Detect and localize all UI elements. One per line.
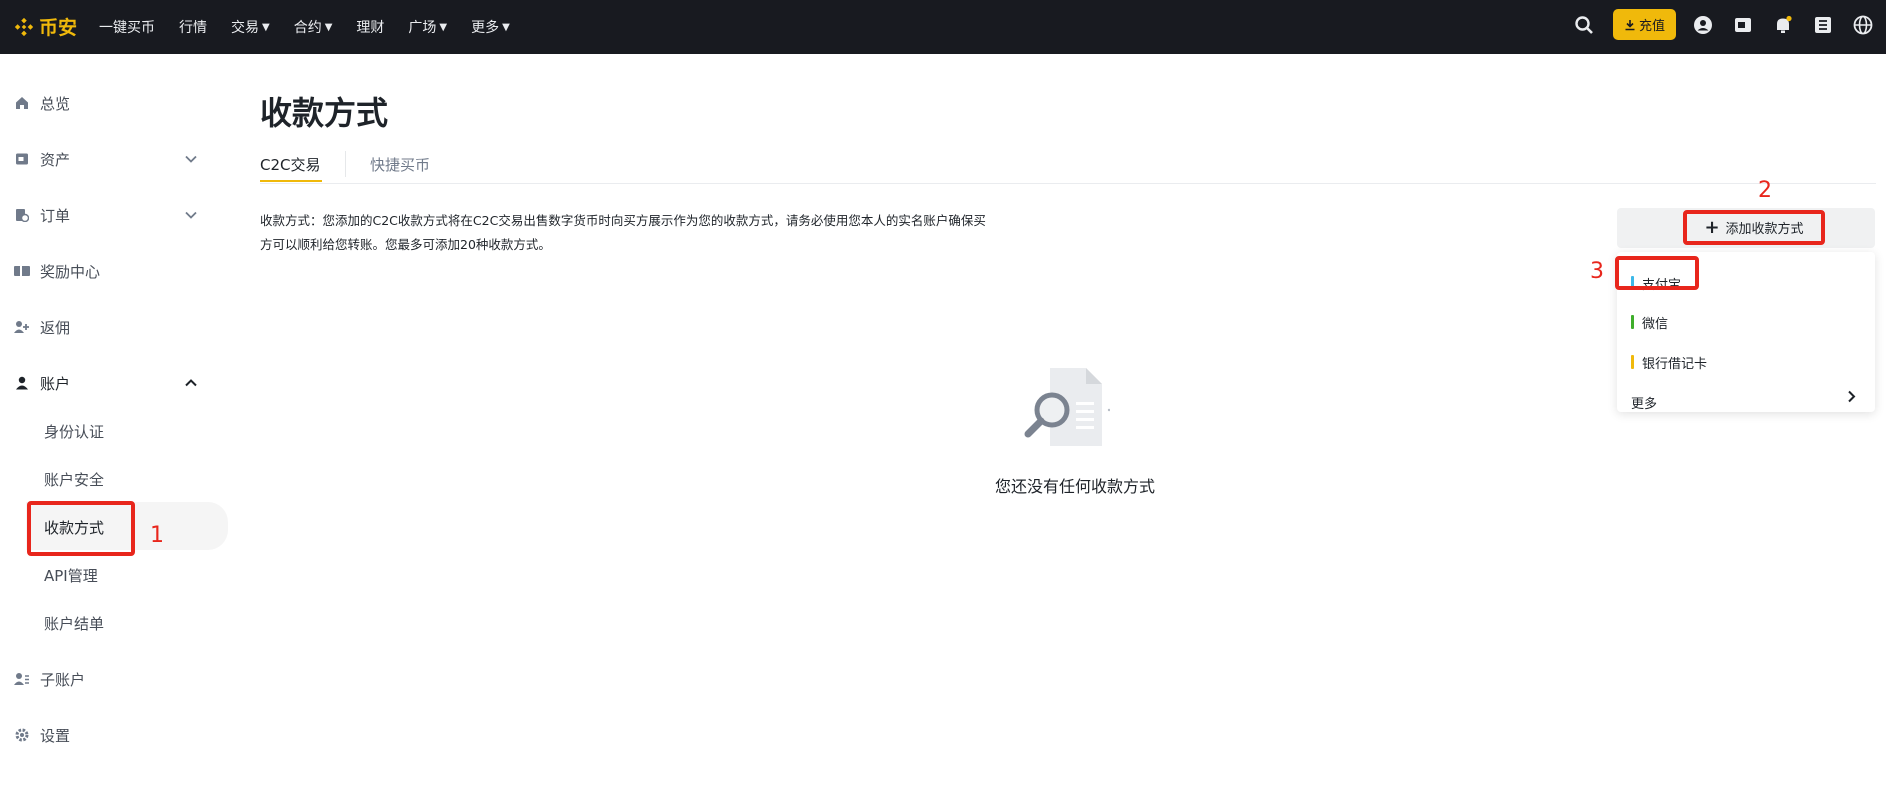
order-icon — [14, 207, 30, 223]
chevron-down-icon — [185, 152, 197, 166]
top-navbar: 币安 一键买币 行情 交易 ▼ 合约 ▼ 理财 广场 ▼ 更多 ▼ 充值 — [0, 0, 1886, 54]
sidebar-item-rewards[interactable]: 奖励中心 — [0, 250, 230, 292]
chevron-right-icon — [1847, 389, 1856, 407]
sidebar-item-subaccount[interactable]: 子账户 — [0, 658, 230, 700]
deposit-button[interactable]: 充值 — [1613, 9, 1676, 40]
method-option-more[interactable]: 更多 — [1631, 392, 1657, 412]
sidebar-subitem-statements[interactable]: 账户结单 — [44, 613, 104, 634]
subaccount-icon — [14, 671, 30, 687]
main-nav: 一键买币 行情 交易 ▼ 合约 ▼ 理财 广场 ▼ 更多 ▼ — [99, 0, 534, 54]
download-icon — [1625, 19, 1635, 30]
method-option-bank-card[interactable]: 银行借记卡 — [1631, 352, 1707, 372]
nav-trade[interactable]: 交易 ▼ — [231, 17, 270, 37]
active-tab-underline — [260, 180, 322, 182]
bell-icon[interactable] — [1772, 14, 1794, 36]
tab-divider — [345, 151, 346, 177]
annotation-label-3: 3 — [1590, 259, 1604, 284]
sidebar-item-referral[interactable]: 返佣 — [0, 306, 230, 348]
page-title: 收款方式 — [260, 94, 389, 132]
globe-icon[interactable] — [1852, 14, 1874, 36]
nav-square[interactable]: 广场 ▼ — [408, 17, 447, 37]
nav-earn[interactable]: 理财 — [356, 17, 384, 37]
bank-card-color-bar — [1631, 355, 1634, 369]
empty-search-icon — [1024, 368, 1110, 446]
binance-logo-icon — [14, 17, 34, 36]
sidebar-subitem-api[interactable]: API管理 — [44, 565, 98, 586]
nav-markets[interactable]: 行情 — [179, 17, 207, 37]
home-icon — [14, 95, 30, 111]
wallet-icon — [14, 151, 30, 167]
sidebar-subitem-identity[interactable]: 身份认证 — [44, 421, 104, 442]
chevron-down-icon: ▼ — [439, 21, 448, 33]
search-icon[interactable] — [1573, 14, 1595, 36]
tab-c2c[interactable]: C2C交易 — [260, 154, 321, 175]
chevron-down-icon: ▼ — [324, 21, 333, 33]
nav-buy-crypto[interactable]: 一键买币 — [99, 17, 155, 37]
brand-name: 币安 — [39, 17, 78, 39]
sidebar-subitem-security[interactable]: 账户安全 — [44, 469, 104, 490]
chevron-down-icon — [185, 208, 197, 222]
orders-icon[interactable] — [1812, 14, 1834, 36]
chevron-up-icon — [185, 376, 197, 390]
sidebar-item-settings[interactable]: 设置 — [0, 714, 230, 756]
logo[interactable]: 币安 — [13, 13, 77, 40]
chevron-down-icon: ▼ — [502, 21, 510, 33]
user-icon[interactable] — [1692, 14, 1714, 36]
wallet-icon[interactable] — [1732, 14, 1754, 36]
tab-bottom-border — [260, 183, 1876, 184]
sidebar-item-assets[interactable]: 资产 — [0, 138, 230, 180]
payment-methods-description: 收款方式：您添加的C2C收款方式将在C2C交易出售数字货币时向买方展示作为您的收… — [260, 213, 986, 252]
method-option-wechat[interactable]: 微信 — [1631, 312, 1668, 332]
sidebar-item-overview[interactable]: 总览 — [0, 82, 230, 124]
wechat-color-bar — [1631, 315, 1634, 329]
annotation-box-2 — [1683, 210, 1825, 245]
annotation-label-1: 1 — [150, 523, 164, 548]
referral-icon — [14, 319, 30, 335]
sidebar-item-account[interactable]: 账户 — [0, 362, 230, 404]
person-icon — [14, 375, 30, 391]
empty-state-message: 您还没有任何收款方式 — [994, 477, 1155, 496]
annotation-box-3 — [1615, 256, 1699, 290]
nav-more[interactable]: 更多 ▼ — [471, 17, 510, 37]
annotation-label-2: 2 — [1758, 178, 1772, 203]
settings-icon — [14, 727, 30, 743]
chevron-down-icon: ▼ — [262, 21, 270, 33]
sidebar-item-orders[interactable]: 订单 — [0, 194, 230, 236]
tab-quick-buy[interactable]: 快捷买币 — [370, 154, 430, 175]
nav-futures[interactable]: 合约 ▼ — [294, 17, 333, 37]
reward-icon — [14, 263, 30, 279]
annotation-box-1 — [27, 501, 135, 556]
